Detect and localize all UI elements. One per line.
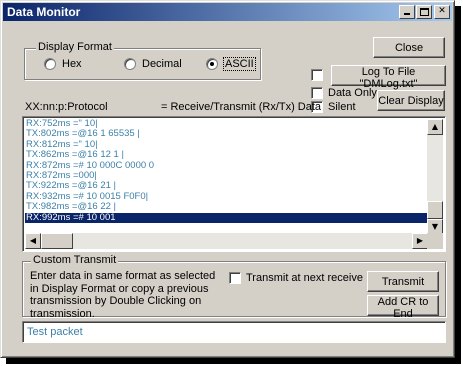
scrollbar-corner xyxy=(427,233,443,249)
radio-hex-dot[interactable] xyxy=(44,58,56,70)
radio-ascii[interactable]: ASCII xyxy=(206,57,256,71)
minimize-icon xyxy=(404,13,410,15)
add-cr-button[interactable]: Add CR to End xyxy=(367,295,439,320)
radio-decimal-dot[interactable] xyxy=(124,58,136,70)
scroll-left-button[interactable]: ◀ xyxy=(25,233,41,249)
radio-ascii-dot[interactable] xyxy=(206,58,218,70)
log-checkbox-box[interactable] xyxy=(311,69,323,81)
rx-tx-header: = Receive/Transmit (Rx/Tx) Data xyxy=(161,101,322,113)
horizontal-scroll-thumb[interactable] xyxy=(41,233,73,249)
log-listbox[interactable]: RX:752ms =" 10| TX:802ms =@16 1 65535 | RX… xyxy=(22,116,446,252)
title-bar[interactable]: Data Monitor ✕ xyxy=(3,3,452,21)
vertical-scrollbar[interactable]: ▲ ▼ xyxy=(427,119,443,235)
transmit-next-checkbox[interactable]: Transmit at next receive xyxy=(229,272,363,284)
minimize-button[interactable] xyxy=(399,5,415,19)
clear-display-button[interactable]: Clear Display xyxy=(377,90,445,111)
data-only-checkbox[interactable]: Data Only xyxy=(311,87,377,99)
maximize-icon xyxy=(420,8,429,16)
data-only-box[interactable] xyxy=(311,87,323,99)
transmit-next-label: Transmit at next receive xyxy=(246,272,363,284)
radio-hex[interactable]: Hex xyxy=(44,58,82,70)
radio-decimal-label: Decimal xyxy=(142,58,182,70)
protocol-header: XX:nn:p:Protocol xyxy=(25,101,108,113)
log-line[interactable]: RX:992ms =# 10 001 xyxy=(25,212,428,223)
horizontal-scrollbar[interactable]: ◀ ▶ xyxy=(25,233,428,249)
custom-transmit-input[interactable] xyxy=(22,321,446,343)
close-button[interactable]: Close xyxy=(373,37,445,58)
data-monitor-window: Data Monitor ✕ Display Format Hex Decima… xyxy=(0,0,455,358)
custom-transmit-legend: Custom Transmit xyxy=(31,254,119,266)
radio-decimal[interactable]: Decimal xyxy=(124,58,182,70)
close-window-button[interactable]: ✕ xyxy=(434,5,450,19)
log-to-file-checkbox[interactable] xyxy=(311,69,328,81)
display-format-legend: Display Format xyxy=(36,41,114,53)
log-line[interactable]: TX:862ms =@16 12 1 | xyxy=(25,149,428,160)
vertical-scroll-thumb[interactable] xyxy=(427,201,443,219)
silent-label: Silent xyxy=(328,101,356,113)
transmit-button[interactable]: Transmit xyxy=(367,271,439,292)
scroll-up-button[interactable]: ▲ xyxy=(427,119,443,135)
maximize-button[interactable] xyxy=(416,5,432,19)
transmit-next-box[interactable] xyxy=(229,272,241,284)
data-only-label: Data Only xyxy=(328,87,377,99)
radio-hex-label: Hex xyxy=(62,58,82,70)
log-items: RX:752ms =" 10| TX:802ms =@16 1 65535 | RX… xyxy=(25,118,428,223)
log-line[interactable]: TX:982ms =@16 22 | xyxy=(25,201,428,212)
close-icon: ✕ xyxy=(438,6,446,16)
radio-ascii-label: ASCII xyxy=(223,57,256,71)
scroll-right-button[interactable]: ▶ xyxy=(412,233,428,249)
window-title: Data Monitor xyxy=(7,5,81,19)
log-to-file-button[interactable]: Log To File "DMLog.txt" xyxy=(331,65,446,90)
custom-transmit-description: Enter data in same format as selected in… xyxy=(30,270,216,320)
